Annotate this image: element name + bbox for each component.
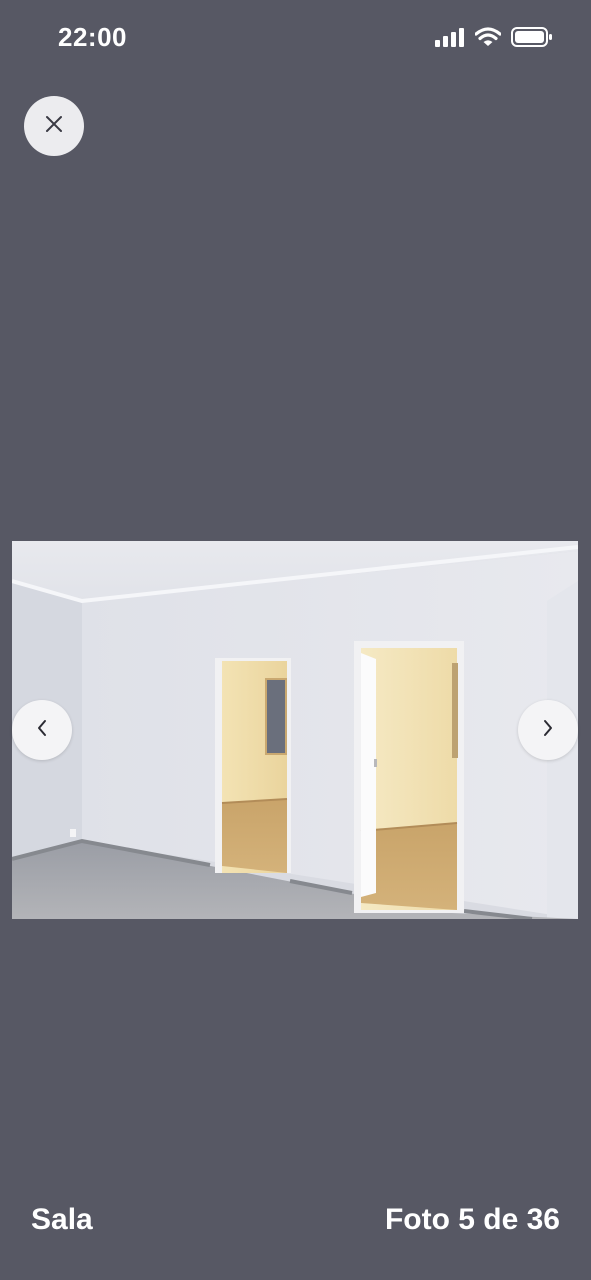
status-icons <box>435 26 553 53</box>
close-icon <box>44 114 64 139</box>
photo-caption: Sala <box>31 1203 93 1236</box>
room-photo <box>12 541 578 919</box>
battery-icon <box>511 26 553 53</box>
chevron-right-icon <box>541 718 555 743</box>
chevron-left-icon <box>35 718 49 743</box>
cellular-signal-icon <box>435 27 465 52</box>
previous-photo-button[interactable] <box>12 700 72 760</box>
photo-counter: Foto 5 de 36 <box>384 1203 560 1236</box>
next-photo-button[interactable] <box>518 700 578 760</box>
wifi-icon <box>474 27 502 52</box>
status-time: 22:00 <box>58 22 127 52</box>
close-button[interactable] <box>24 96 84 156</box>
status-bar: 22:00 <box>0 0 591 80</box>
